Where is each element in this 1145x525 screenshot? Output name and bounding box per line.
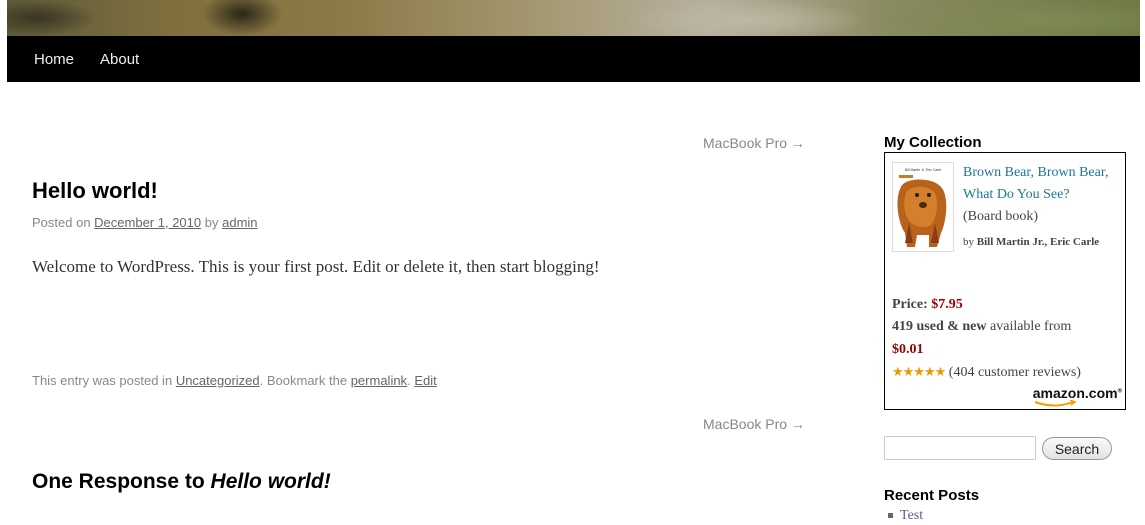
responses-title: One Response to Hello world!: [32, 470, 331, 494]
edit-link[interactable]: Edit: [414, 373, 436, 388]
responses-prefix: One Response to: [32, 470, 205, 493]
book-title-link[interactable]: Brown Bear, Brown Bear, What Do You See?: [963, 162, 1123, 206]
bullet-icon: [888, 513, 893, 519]
by-label: by: [204, 215, 219, 230]
nav-about[interactable]: About: [100, 51, 139, 68]
used-price: $0.01: [892, 342, 924, 357]
post-meta: Posted on December 1, 2010 by admin: [32, 215, 258, 230]
amazon-logo-icon: amazon.com®: [1033, 385, 1122, 407]
amazon-widget: Bill Martin Jr. Eric Carle Brown Bear, B…: [884, 152, 1126, 410]
utility-separator: .: [407, 373, 411, 388]
post-title[interactable]: Hello world!: [32, 178, 158, 204]
post-utility: This entry was posted in Uncategorized. …: [32, 373, 437, 388]
list-item: Test: [888, 508, 923, 524]
next-post-link-top[interactable]: MacBook Pro →: [703, 135, 805, 151]
book-authors: by Bill Martin Jr., Eric Carle: [963, 230, 1123, 254]
permalink-link[interactable]: permalink: [351, 373, 407, 388]
post-date-link[interactable]: December 1, 2010: [94, 215, 201, 230]
posted-on-label: Posted on: [32, 215, 91, 230]
collection-widget-title: My Collection: [884, 134, 982, 151]
price-label: Price:: [892, 297, 928, 312]
responses-post-title: Hello world!: [210, 470, 331, 493]
reviews-row: ★★★★★ (404 customer reviews): [892, 364, 1081, 381]
amazon-smile-icon: [1034, 400, 1077, 407]
posted-in-label: This entry was posted in: [32, 373, 173, 388]
author-names: Bill Martin Jr., Eric Carle: [976, 236, 1100, 248]
nav-home[interactable]: Home: [34, 51, 74, 68]
post-content: Welcome to WordPress. This is your first…: [32, 257, 600, 276]
price-row: Price: $7.95: [892, 297, 963, 313]
header-image: [7, 0, 1140, 36]
category-link[interactable]: Uncategorized: [176, 373, 260, 388]
used-row: 419 used & new available from: [892, 319, 1071, 335]
available-from: available from: [990, 319, 1072, 334]
price-value: $7.95: [931, 297, 963, 312]
recent-post-link[interactable]: Test: [900, 508, 923, 523]
search-input[interactable]: [884, 436, 1036, 460]
star-rating-icon: ★★★★★: [892, 364, 946, 379]
book-binding: (Board book): [963, 209, 1039, 224]
book-cover-image[interactable]: Bill Martin Jr. Eric Carle: [892, 162, 954, 252]
review-count: (404 customer reviews): [948, 365, 1081, 380]
by-text: by: [963, 236, 974, 248]
next-post-link-bottom[interactable]: MacBook Pro →: [703, 416, 805, 432]
main-navigation: Home About: [7, 36, 1140, 82]
bookmark-label: . Bookmark the: [259, 373, 348, 388]
used-count: 419 used & new: [892, 319, 987, 334]
book-cover-text: Bill Martin Jr. Eric Carle: [905, 168, 941, 172]
author-link[interactable]: admin: [222, 215, 257, 230]
recent-posts-title: Recent Posts: [884, 487, 980, 504]
search-button[interactable]: Search: [1042, 437, 1112, 460]
recent-posts-list: Test: [888, 508, 923, 524]
